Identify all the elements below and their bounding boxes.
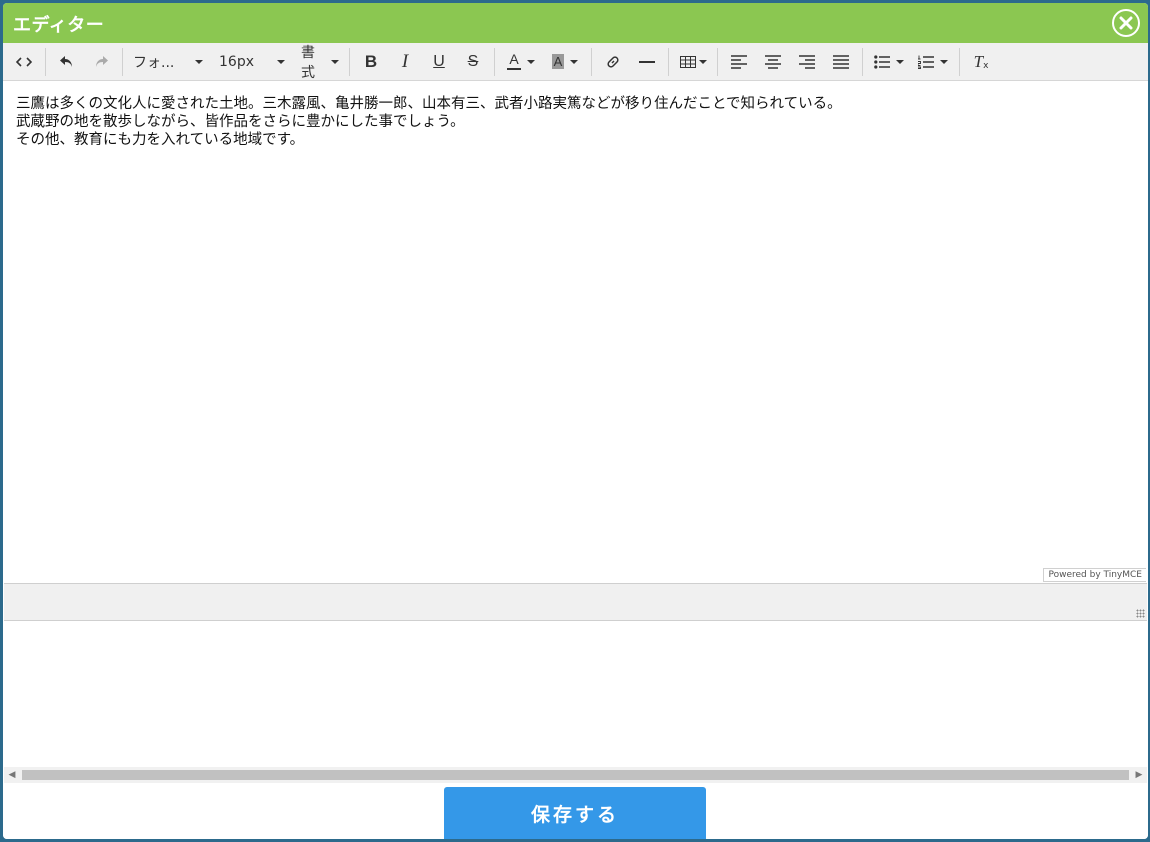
numbered-list-icon[interactable]	[913, 47, 953, 77]
scroll-left-icon[interactable]: ◀	[4, 767, 20, 783]
italic-icon[interactable]: I	[390, 47, 420, 77]
blank-area	[3, 622, 1148, 767]
dialog-title: エディター	[13, 15, 105, 36]
toolbar-separator	[122, 47, 123, 76]
dialog-footer: 保存する	[3, 783, 1148, 839]
format-dropdown[interactable]: 書式	[295, 45, 345, 81]
toolbar-separator	[668, 47, 669, 76]
powered-by-label[interactable]: Powered by TinyMCE	[1043, 568, 1146, 582]
scroll-right-icon[interactable]: ▶	[1131, 767, 1147, 783]
toolbar-separator	[349, 47, 350, 76]
text-color-icon[interactable]: A	[501, 47, 541, 77]
text-color-glyph: A	[507, 52, 521, 70]
chevron-down-icon	[896, 59, 904, 64]
save-button[interactable]: 保存する	[444, 787, 706, 839]
toolbar-separator	[45, 47, 46, 76]
bg-color-glyph: A	[551, 54, 565, 69]
chevron-down-icon	[527, 59, 535, 64]
content-line: 武蔵野の地を散歩しながら、皆作品をさらに豊かにした事でしょう。	[16, 114, 465, 130]
dialog-titlebar: エディター	[3, 3, 1148, 43]
font-size-label: 16px	[219, 53, 254, 70]
clear-formatting-icon[interactable]: T x	[966, 47, 996, 77]
editor-content[interactable]: 三鷹は多くの文化人に愛された土地。三木露風、亀井勝一郎、山本有三、武者小路実篤な…	[4, 82, 1147, 584]
table-icon[interactable]	[675, 47, 711, 77]
align-right-icon[interactable]	[792, 47, 822, 77]
toolbar-separator	[494, 47, 495, 76]
editor-statusbar	[4, 584, 1147, 621]
chevron-down-icon	[698, 59, 707, 64]
underline-icon[interactable]: U	[424, 47, 454, 77]
chevron-down-icon	[940, 59, 948, 64]
chevron-down-icon	[331, 59, 339, 64]
chevron-down-icon	[195, 59, 203, 64]
align-left-icon[interactable]	[724, 47, 754, 77]
redo-icon[interactable]	[86, 47, 116, 77]
chevron-down-icon	[570, 59, 579, 64]
strikethrough-icon[interactable]: S	[458, 47, 488, 77]
source-code-icon[interactable]	[9, 47, 39, 77]
link-icon[interactable]	[598, 47, 628, 77]
align-center-icon[interactable]	[758, 47, 788, 77]
editor-toolbar: フォ... 16px 書式 B I U S A A T x	[3, 43, 1148, 81]
font-size-dropdown[interactable]: 16px	[213, 47, 291, 77]
close-icon[interactable]	[1112, 9, 1140, 37]
editor-dialog: エディター フォ... 16px 書式 B I U S A A T x 三鷹は多…	[3, 3, 1148, 839]
toolbar-separator	[862, 47, 863, 76]
chevron-down-icon	[277, 59, 285, 64]
scrollbar-track[interactable]	[20, 769, 1131, 781]
clear-format-glyph: T	[973, 51, 984, 71]
content-line: その他、教育にも力を入れている地域です。	[16, 132, 305, 148]
font-family-label: フォ...	[133, 54, 175, 71]
toolbar-separator	[959, 47, 960, 76]
format-label: 書式	[301, 44, 315, 81]
resize-handle-icon[interactable]	[1136, 609, 1145, 618]
horizontal-rule-icon[interactable]	[632, 47, 662, 77]
toolbar-separator	[717, 47, 718, 76]
horizontal-scrollbar[interactable]: ◀ ▶	[4, 767, 1147, 783]
align-justify-icon[interactable]	[826, 47, 856, 77]
undo-icon[interactable]	[52, 47, 82, 77]
italic-glyph: I	[401, 50, 409, 72]
bullet-list-icon[interactable]	[869, 47, 909, 77]
strike-glyph: S	[467, 52, 479, 70]
underline-glyph: U	[433, 52, 445, 70]
background-color-icon[interactable]: A	[545, 47, 585, 77]
font-family-dropdown[interactable]: フォ...	[127, 47, 209, 77]
toolbar-separator	[591, 47, 592, 76]
bold-glyph: B	[364, 51, 378, 71]
bold-icon[interactable]: B	[356, 47, 386, 77]
scrollbar-thumb[interactable]	[22, 770, 1129, 780]
content-line: 三鷹は多くの文化人に愛された土地。三木露風、亀井勝一郎、山本有三、武者小路実篤な…	[16, 96, 842, 112]
